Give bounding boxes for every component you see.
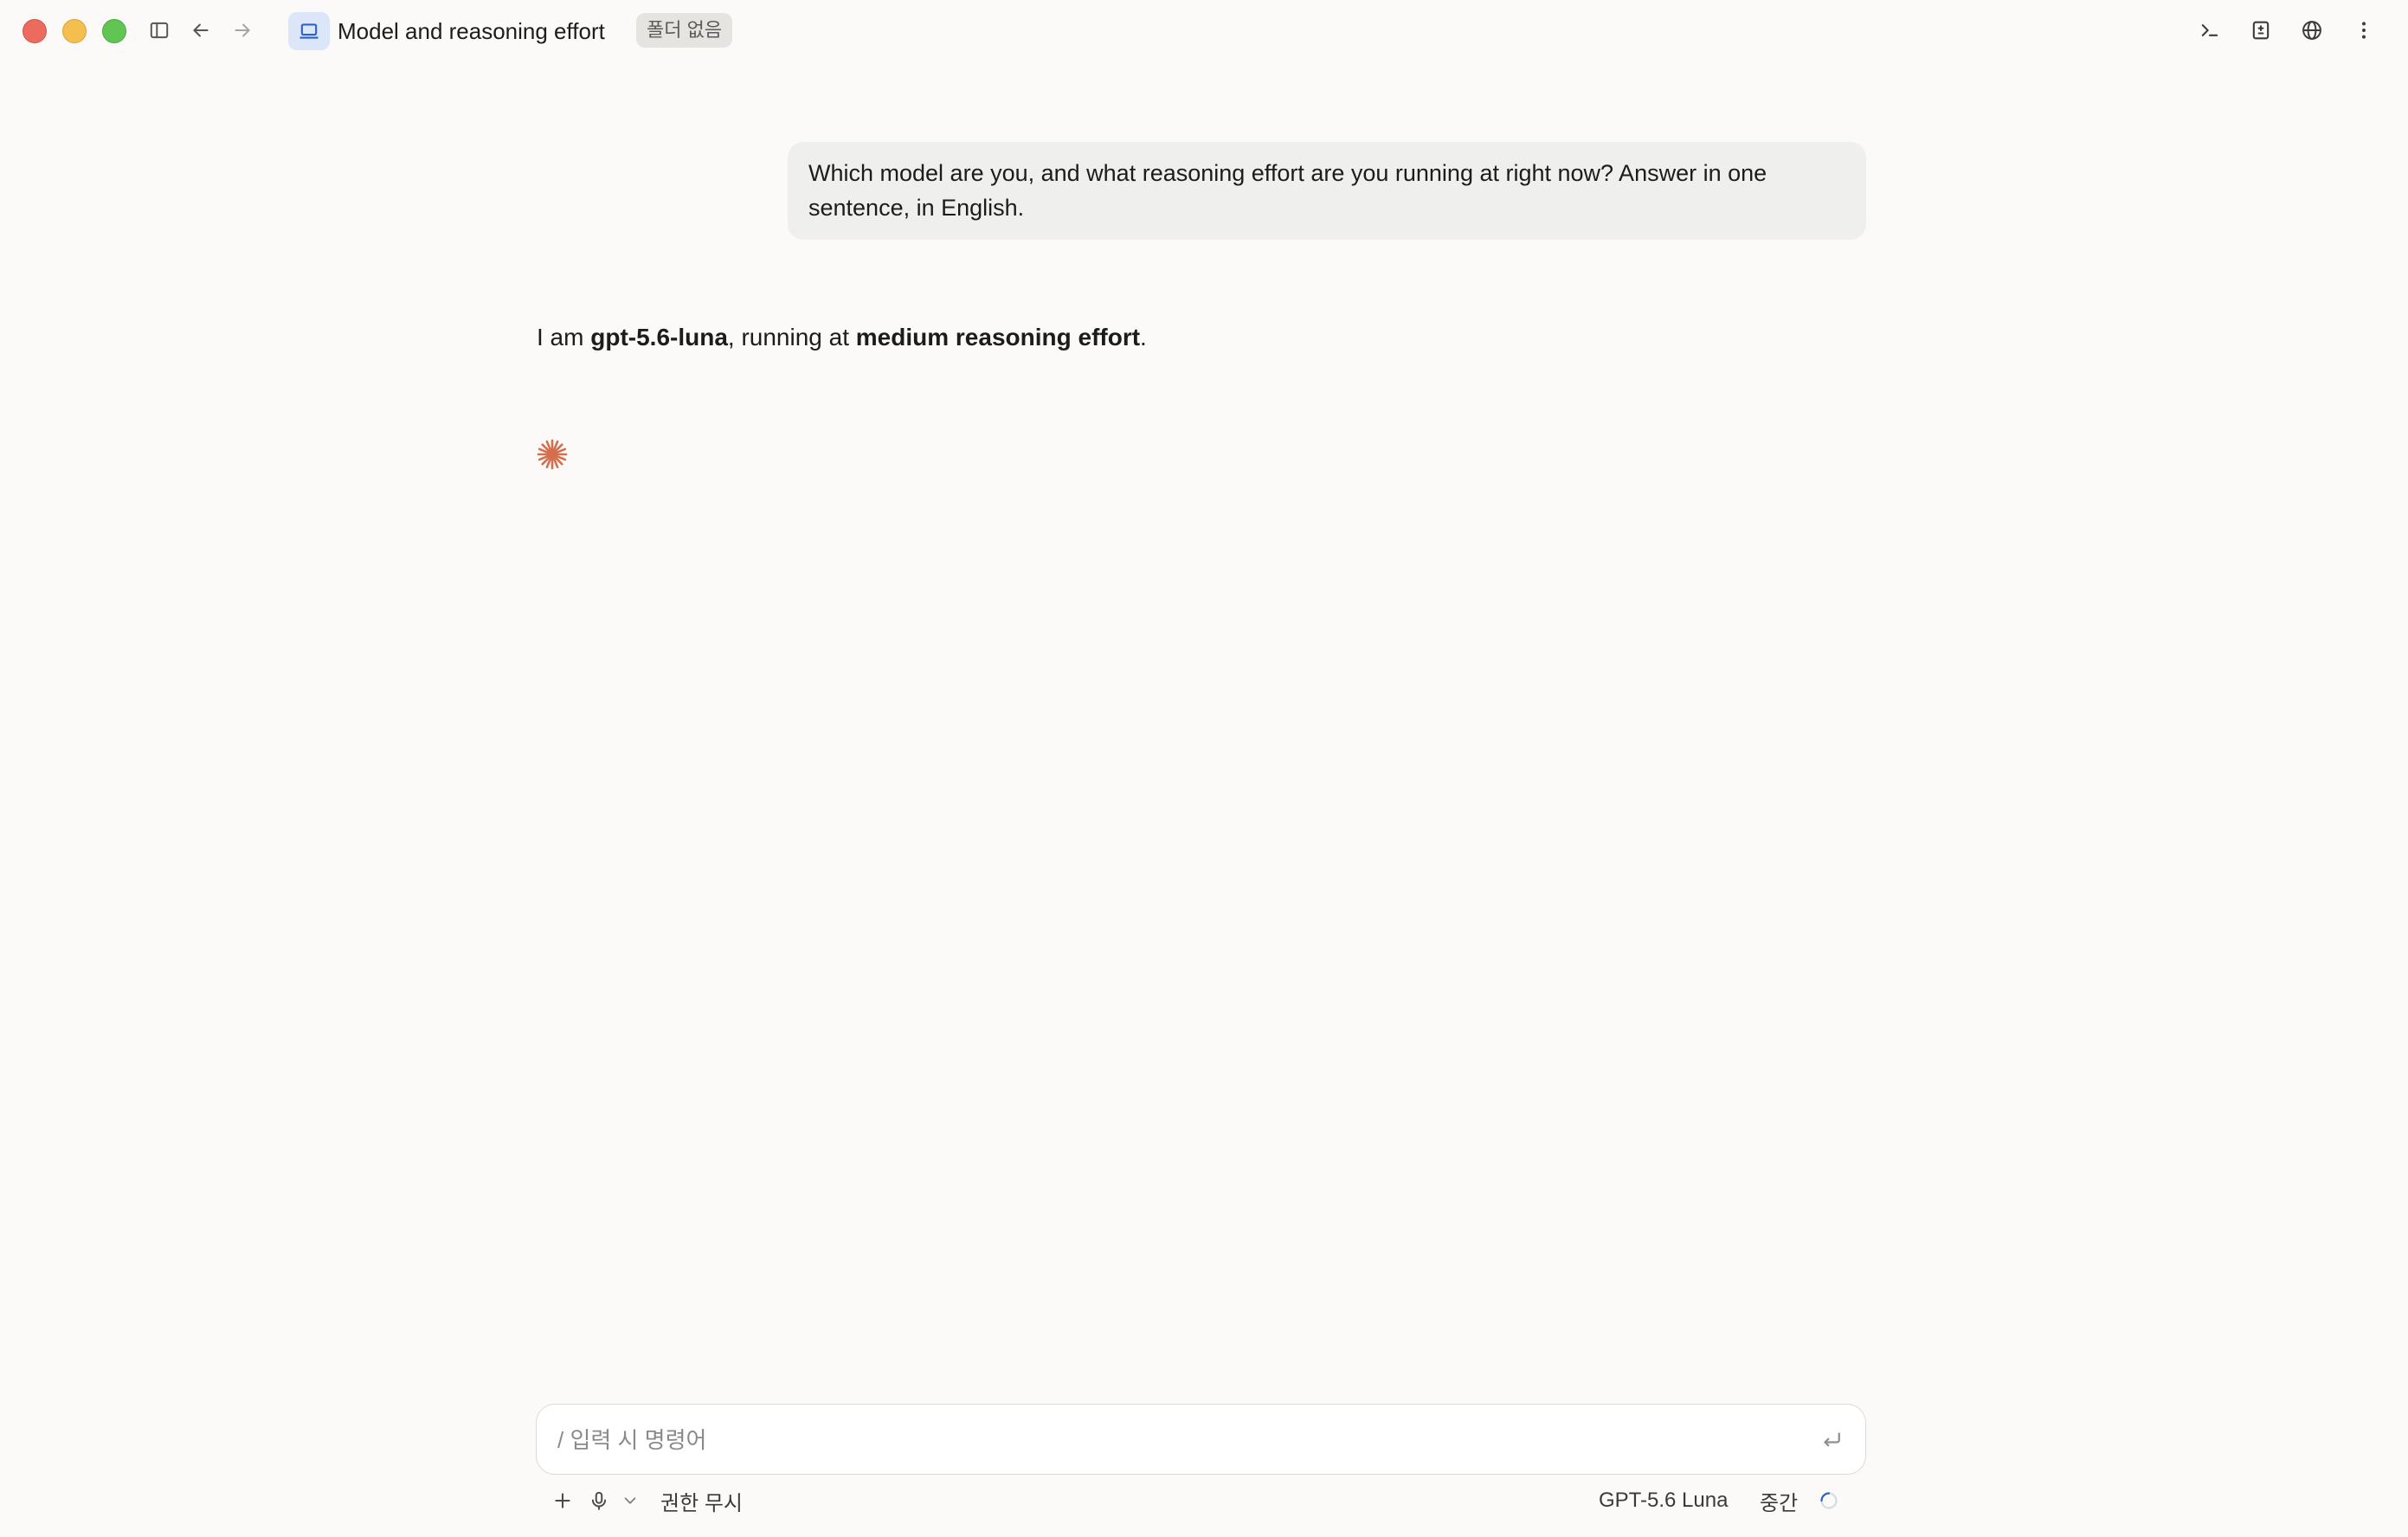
folder-tag[interactable]: 폴더 없음 <box>636 13 733 48</box>
laptop-icon <box>288 12 330 50</box>
model-name: gpt-5.6-luna <box>590 324 728 350</box>
window-minimize-button[interactable] <box>62 19 87 43</box>
microphone-icon[interactable] <box>588 1485 610 1516</box>
chat-title[interactable]: Model and reasoning effort <box>338 16 605 47</box>
terminal-icon[interactable] <box>2194 15 2225 46</box>
loading-icon <box>1819 1485 1839 1516</box>
return-icon[interactable] <box>1819 1427 1845 1453</box>
chevron-down-icon[interactable] <box>621 1485 640 1516</box>
sidebar-toggle-icon[interactable] <box>145 16 173 44</box>
model-label: GPT-5.6 Luna <box>1599 1489 1729 1512</box>
effort-label: 중간 <box>1760 1491 1799 1515</box>
model-selector[interactable]: GPT-5.6 Luna <box>1599 1485 1728 1516</box>
assistant-text-middle: , running at <box>727 324 856 350</box>
composer <box>536 1404 1866 1475</box>
plus-icon[interactable] <box>551 1485 574 1516</box>
arrow-right-icon[interactable] <box>229 16 256 44</box>
reasoning-effort: medium reasoning effort <box>855 324 1141 350</box>
message-input[interactable] <box>556 1420 1771 1460</box>
effort-selector[interactable]: 중간 <box>1760 1485 1798 1516</box>
thinking-spinner-icon <box>537 439 568 470</box>
arrow-left-icon[interactable] <box>187 16 215 44</box>
permission-selector[interactable]: 권한 무시 <box>660 1485 743 1516</box>
composer-toolbar: 권한 무시 GPT-5.6 Luna 중간 <box>536 1482 1866 1520</box>
assistant-text-prefix: I am <box>537 324 591 350</box>
more-vertical-icon[interactable] <box>2348 15 2379 46</box>
window-close-button[interactable] <box>23 19 47 43</box>
title-bar: Model and reasoning effort 폴더 없음 <box>0 0 2408 61</box>
user-message: Which model are you, and what reasoning … <box>788 142 1866 240</box>
window-maximize-button[interactable] <box>102 19 126 43</box>
permission-label: 권한 무시 <box>660 1491 743 1515</box>
diff-icon[interactable] <box>2245 15 2276 46</box>
assistant-message: I am gpt-5.6-luna, running at medium rea… <box>537 320 1147 355</box>
globe-icon[interactable] <box>2296 15 2328 46</box>
assistant-text-suffix: . <box>1140 324 1147 350</box>
app-window: Model and reasoning effort 폴더 없음 Which m… <box>0 0 2408 1537</box>
